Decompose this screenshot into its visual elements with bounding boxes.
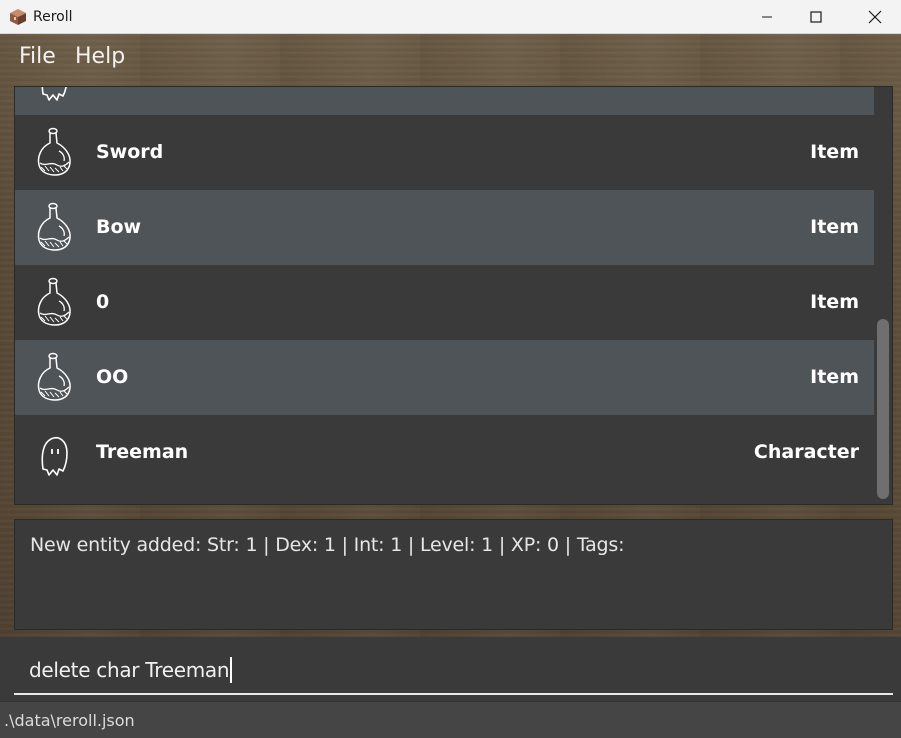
potion-flask-icon — [37, 127, 71, 176]
minimize-button[interactable] — [744, 0, 790, 34]
command-underline — [14, 693, 893, 695]
entity-name: 0 — [96, 291, 110, 313]
menu-help[interactable]: Help — [75, 34, 125, 80]
entity-name: Treeman — [96, 441, 189, 463]
list-item[interactable]: Treeman Character — [15, 415, 874, 490]
entity-name: OO — [96, 366, 129, 388]
result-message: New entity added: Str: 1 | Dex: 1 | Int:… — [30, 534, 625, 556]
entity-name: Bow — [96, 216, 142, 238]
command-input[interactable]: delete char Treeman — [29, 657, 232, 683]
scrollbar-thumb[interactable] — [877, 319, 889, 499]
potion-flask-icon — [37, 277, 71, 326]
list-item[interactable]: Tree Character — [15, 87, 874, 115]
menu-file[interactable]: File — [19, 34, 56, 80]
potion-flask-icon — [37, 352, 71, 401]
entity-name: Tree — [96, 87, 142, 115]
command-box[interactable]: delete char Treeman — [0, 637, 901, 701]
list-item[interactable]: Bow Item — [15, 190, 874, 265]
minimize-icon — [762, 16, 772, 18]
list-scrollbar[interactable] — [874, 87, 892, 504]
text-caret — [230, 657, 232, 683]
close-icon — [868, 10, 882, 24]
entity-list-content: Tree Character Sword Item Bow — [15, 87, 874, 490]
result-display: New entity added: Str: 1 | Dex: 1 | Int:… — [14, 519, 893, 630]
entity-list[interactable]: Tree Character Sword Item Bow — [14, 86, 893, 505]
ghost-character-icon — [41, 437, 68, 476]
menu-bar: File Help — [0, 34, 901, 80]
window-title: Reroll — [33, 9, 73, 25]
status-bar: .\data\reroll.json — [0, 701, 901, 738]
entity-type: Item — [810, 366, 859, 388]
status-file-path: .\data\reroll.json — [4, 711, 135, 730]
maximize-button[interactable] — [793, 0, 839, 34]
entity-type: Item — [810, 216, 859, 238]
entity-name: Sword — [96, 141, 164, 163]
title-bar: Reroll — [0, 0, 901, 34]
entity-type: Item — [810, 141, 859, 163]
entity-type: Character — [754, 87, 859, 115]
entity-type: Item — [810, 291, 859, 313]
list-item[interactable]: 0 Item — [15, 265, 874, 340]
close-button[interactable] — [852, 0, 898, 34]
command-input-value: delete char Treeman — [29, 658, 230, 682]
list-item[interactable]: Sword Item — [15, 115, 874, 190]
entity-type: Character — [753, 441, 859, 463]
maximize-icon — [810, 11, 822, 23]
ghost-character-icon — [41, 87, 67, 101]
reroll-box-icon — [10, 9, 26, 25]
potion-flask-icon — [37, 202, 71, 251]
list-item[interactable]: OO Item — [15, 340, 874, 415]
